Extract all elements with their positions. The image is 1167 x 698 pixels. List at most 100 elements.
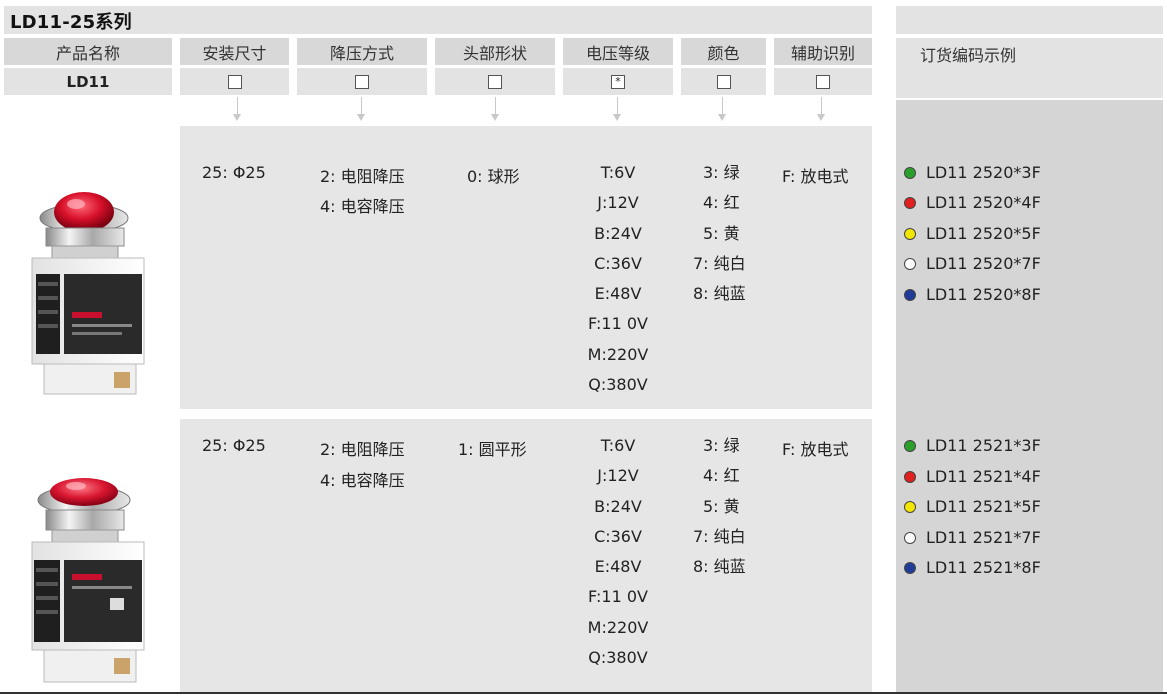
row-2-color-white: 7: 纯白	[693, 526, 746, 546]
row-1-voltage-J: J:12V	[597, 193, 639, 213]
connector-line	[722, 97, 723, 115]
arrow-down-icon	[233, 114, 241, 121]
row-2-aux: F: 放电式	[782, 440, 849, 459]
arrow-down-icon	[613, 114, 621, 121]
row-1-voltage-B: B:24V	[594, 223, 642, 243]
aux-id-slot	[774, 68, 872, 95]
order-example-header: 订货编码示例	[920, 46, 1017, 65]
empty-box-icon	[488, 74, 502, 89]
row-1-order-code-5: LD11 2520*8F	[904, 285, 1041, 304]
row-1-voltage-M: M:220V	[587, 344, 649, 364]
row-2-mount-size: 25: Φ25	[202, 436, 266, 455]
row-1-voltage-C: C:36V	[594, 253, 642, 273]
mount-size-slot	[180, 68, 289, 95]
row-2-order-code-3: LD11 2521*5F	[904, 497, 1041, 516]
row-2-voltage-M: M:220V	[587, 617, 649, 637]
row-2-order-code-2: LD11 2521*4F	[904, 467, 1041, 486]
row-1-head-shape: 0: 球形	[467, 167, 520, 186]
row-1-step-down-1: 2: 电阻降压	[320, 167, 405, 186]
connector-line	[821, 97, 822, 115]
blue-dot-icon	[904, 561, 916, 574]
series-title-bar	[4, 6, 872, 34]
indicator-light-photo-flat-head	[31, 478, 145, 683]
header-aux-id: 辅助识别	[774, 38, 872, 65]
row-1-color-list: 3: 绿 4: 红 5: 黄 7: 纯白 8: 纯蓝	[693, 158, 746, 309]
step-down-slot	[297, 68, 427, 95]
empty-box-icon	[227, 74, 242, 89]
row-1-color-red: 4: 红	[703, 193, 740, 213]
connector-line	[617, 97, 618, 115]
empty-box-icon	[355, 74, 369, 89]
connector-line	[495, 97, 496, 115]
row-2-voltage-list: T:6V J:12V B:24V C:36V E:48V F:11 0V M:2…	[563, 431, 673, 673]
row-1-voltage-Q: Q:380V	[588, 375, 648, 395]
row-1-step-down-2: 4: 电容降压	[320, 197, 405, 216]
row-1-order-code-4: LD11 2520*7F	[904, 254, 1041, 273]
row-2-voltage-J: J:12V	[597, 466, 639, 486]
row-1-aux: F: 放电式	[782, 167, 849, 186]
voltage-mark-box: *	[611, 74, 625, 89]
row-1-mount-size: 25: Φ25	[202, 163, 266, 182]
row-1-voltage-E: E:48V	[594, 284, 642, 304]
arrow-down-icon	[357, 114, 365, 121]
red-dot-icon	[904, 470, 916, 483]
header-product-name: 产品名称	[4, 38, 172, 65]
product-code: LD11	[4, 68, 172, 95]
row-2-voltage-C: C:36V	[594, 526, 642, 546]
row-2-voltage-F: F:11 0V	[588, 587, 648, 607]
row-1-voltage-list: T:6V J:12V B:24V C:36V E:48V F:11 0V M:2…	[563, 158, 673, 400]
row-2-color-green: 3: 绿	[703, 436, 740, 455]
green-dot-icon	[904, 166, 916, 179]
row-1-color-green: 3: 绿	[703, 163, 740, 182]
row-2-color-blue: 8: 纯蓝	[693, 557, 746, 577]
row-2-order-code-1: LD11 2521*3F	[904, 436, 1041, 455]
order-title-band	[896, 6, 1163, 34]
row-2-step-down-1: 2: 电阻降压	[320, 440, 405, 459]
row-1-order-code-3: LD11 2520*5F	[904, 224, 1041, 243]
yellow-dot-icon	[904, 227, 916, 240]
row-2-step-down-2: 4: 电容降压	[320, 471, 405, 490]
row-1-order-code-2: LD11 2520*4F	[904, 193, 1041, 212]
row-1-color-yellow: 5: 黄	[703, 223, 740, 243]
green-dot-icon	[904, 439, 916, 452]
row-1-order-code-1: LD11 2520*3F	[904, 163, 1041, 182]
voltage-slot: *	[563, 68, 673, 95]
row-2-voltage-T: T:6V	[600, 436, 636, 455]
connector-line	[361, 97, 362, 115]
head-shape-slot	[435, 68, 555, 95]
row-2-voltage-Q: Q:380V	[588, 648, 648, 668]
red-dot-icon	[904, 196, 916, 209]
row-2-head-shape: 1: 圆平形	[458, 440, 527, 459]
bottom-divider	[0, 692, 1167, 694]
header-voltage: 电压等级	[563, 38, 673, 65]
arrow-down-icon	[817, 114, 825, 121]
yellow-dot-icon	[904, 500, 916, 513]
row-1-color-blue: 8: 纯蓝	[693, 284, 746, 304]
header-step-down: 降压方式	[297, 38, 427, 65]
arrow-down-icon	[491, 114, 499, 121]
indicator-light-photo-round-head	[31, 192, 145, 395]
header-head-shape: 头部形状	[435, 38, 555, 65]
row-2-voltage-E: E:48V	[594, 557, 642, 577]
series-title: LD11-25系列	[10, 12, 132, 33]
row-2-order-code-4: LD11 2521*7F	[904, 528, 1041, 547]
row-1-panel	[180, 126, 872, 409]
order-example-column	[896, 100, 1163, 692]
header-mount-size: 安装尺寸	[180, 38, 289, 65]
empty-box-icon	[716, 74, 731, 89]
white-dot-icon	[904, 257, 916, 270]
row-1-voltage-T: T:6V	[600, 163, 636, 182]
row-2-color-list: 3: 绿 4: 红 5: 黄 7: 纯白 8: 纯蓝	[693, 431, 746, 582]
row-1-voltage-F: F:11 0V	[588, 314, 648, 334]
color-slot	[681, 68, 766, 95]
arrow-down-icon	[718, 114, 726, 121]
header-color: 颜色	[681, 38, 766, 65]
row-1-color-white: 7: 纯白	[693, 253, 746, 273]
row-2-color-yellow: 5: 黄	[703, 496, 740, 516]
row-2-voltage-B: B:24V	[594, 496, 642, 516]
connector-line	[237, 97, 238, 115]
row-2-color-red: 4: 红	[703, 466, 740, 486]
white-dot-icon	[904, 531, 916, 544]
row-2-order-code-5: LD11 2521*8F	[904, 558, 1041, 577]
empty-box-icon	[816, 74, 830, 89]
